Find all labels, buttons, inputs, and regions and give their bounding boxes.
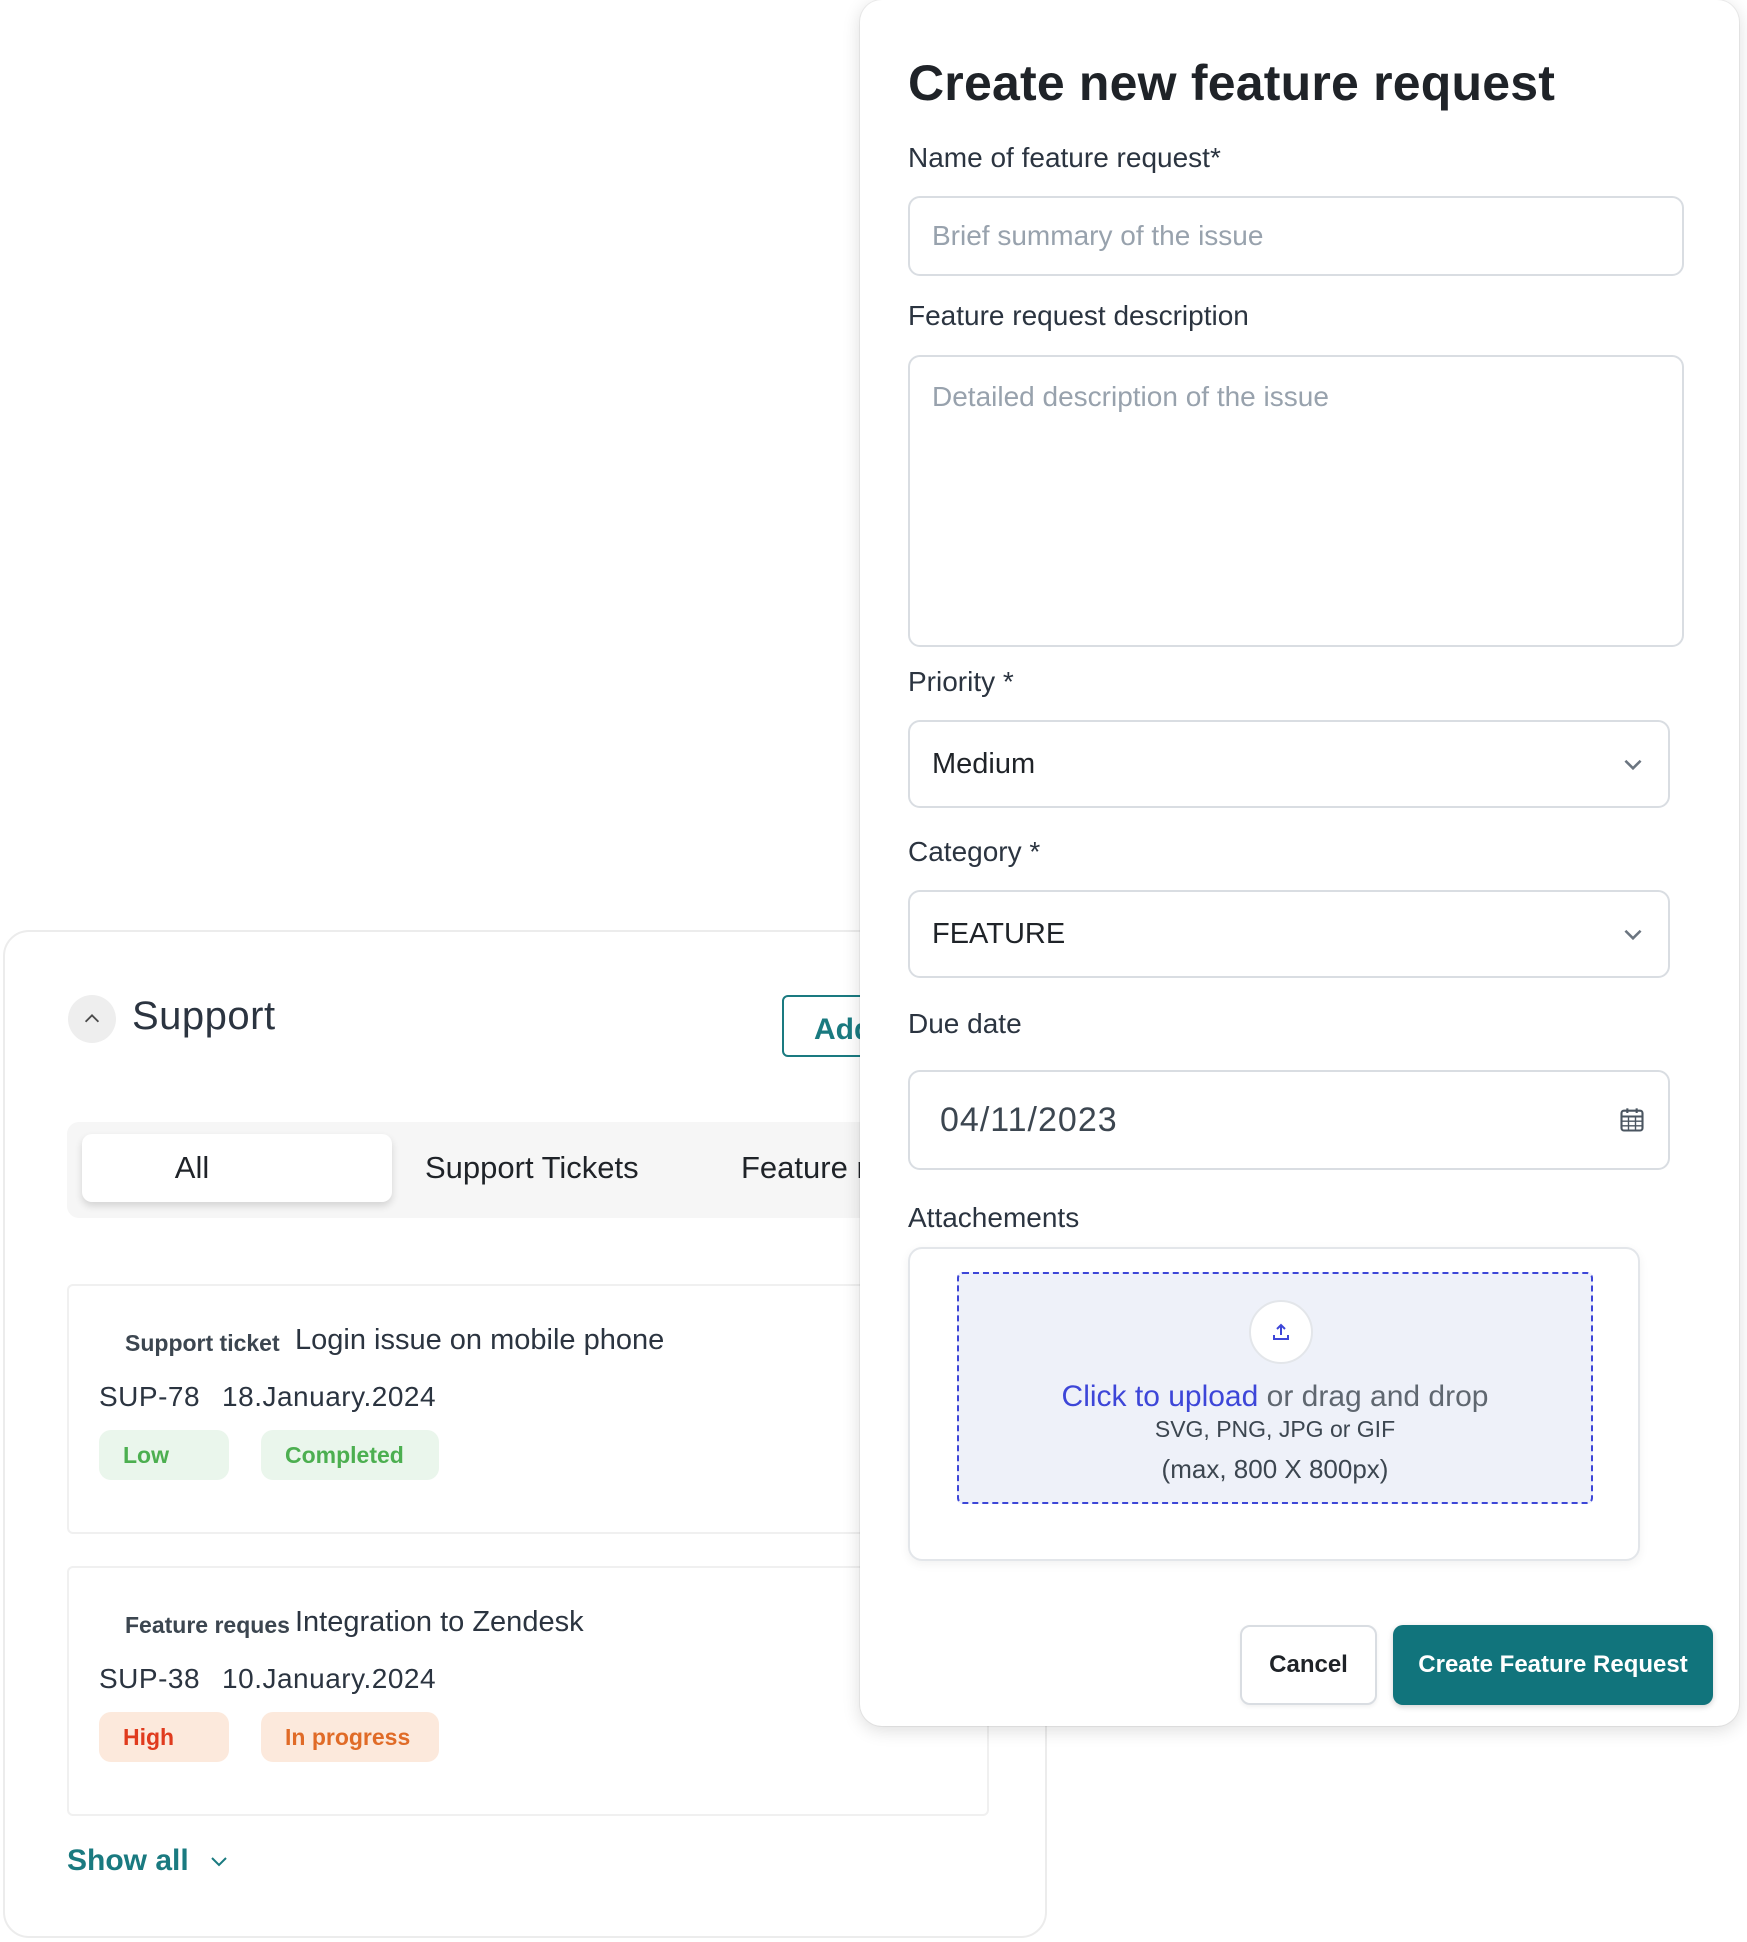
attachments-label: Attachements — [908, 1202, 1080, 1233]
create-feature-request-button[interactable]: Create Feature Request — [1393, 1625, 1713, 1705]
drag-drop-text: or drag and drop — [1258, 1380, 1489, 1413]
upload-formats: SVG, PNG, JPG or GIF — [1154, 1416, 1396, 1442]
ticket-date: 18.January.2024 — [222, 1381, 437, 1412]
tab-support-tickets[interactable]: Support Tickets — [425, 1134, 639, 1202]
ticket-date: 10.January.2024 — [222, 1663, 437, 1694]
ticket-title: Integration to Zendesk — [295, 1606, 584, 1638]
ticket-card[interactable]: Feature reques Integration to Zendesk SU… — [67, 1566, 989, 1816]
show-all-label: Show all — [67, 1844, 189, 1877]
show-all-button[interactable]: Show all — [67, 1844, 231, 1878]
upload-button[interactable] — [1249, 1300, 1313, 1364]
support-title: Support — [132, 994, 276, 1038]
status-badge: Completed — [261, 1430, 439, 1480]
ticket-title: Login issue on mobile phone — [295, 1324, 665, 1356]
priority-badge: Low — [99, 1430, 229, 1480]
ticket-type: Feature reques — [125, 1612, 290, 1638]
upload-limit: (max, 800 X 800px) — [1161, 1454, 1389, 1484]
upload-dropzone[interactable]: Click to upload or drag and drop SVG, PN… — [957, 1272, 1593, 1504]
ticket-id: SUP-78 — [99, 1381, 201, 1412]
priority-value: Medium — [932, 747, 1036, 780]
priority-badge: High — [99, 1712, 229, 1762]
description-input[interactable] — [910, 357, 1682, 645]
click-to-upload-link[interactable]: Click to upload — [1062, 1380, 1259, 1413]
chevron-down-icon — [1624, 759, 1642, 771]
ticket-card[interactable]: Support ticket Login issue on mobile pho… — [67, 1284, 989, 1534]
attachments-box: Click to upload or drag and drop SVG, PN… — [908, 1247, 1640, 1561]
chevron-down-icon — [1624, 929, 1642, 941]
name-label: Name of feature request* — [908, 142, 1221, 173]
ticket-meta: SUP-38 10.January.2024 — [99, 1663, 436, 1695]
cancel-button[interactable]: Cancel — [1240, 1625, 1377, 1705]
category-value: FEATURE — [932, 917, 1066, 950]
tab-feature-requests[interactable]: Feature r — [741, 1134, 867, 1202]
create-feature-request-modal: Create new feature request Name of featu… — [860, 0, 1739, 1726]
collapse-button[interactable] — [68, 995, 116, 1043]
description-field-wrapper — [908, 355, 1684, 647]
status-badge: In progress — [261, 1712, 439, 1762]
calendar-icon[interactable] — [1618, 1106, 1646, 1134]
due-date-value: 04/11/2023 — [940, 1100, 1118, 1139]
description-label: Feature request description — [908, 300, 1249, 331]
chevron-down-icon — [210, 1857, 227, 1867]
modal-title: Create new feature request — [908, 55, 1556, 111]
ticket-id: SUP-38 — [99, 1663, 201, 1694]
due-date-label: Due date — [908, 1008, 1022, 1039]
priority-label: Priority * — [908, 666, 1014, 697]
ticket-type: Support ticket — [125, 1330, 280, 1356]
category-label: Category * — [908, 836, 1041, 867]
priority-select[interactable]: Medium — [908, 720, 1670, 808]
upload-instruction: Click to upload or drag and drop — [959, 1380, 1591, 1414]
category-select[interactable]: FEATURE — [908, 890, 1670, 978]
name-field-wrapper — [908, 196, 1684, 276]
chevron-up-icon — [84, 1014, 100, 1023]
due-date-field[interactable]: 04/11/2023 — [908, 1070, 1670, 1170]
upload-icon — [1273, 1323, 1289, 1340]
tab-all[interactable]: All — [82, 1134, 392, 1202]
name-input[interactable] — [910, 198, 1682, 274]
ticket-meta: SUP-78 18.January.2024 — [99, 1381, 436, 1413]
